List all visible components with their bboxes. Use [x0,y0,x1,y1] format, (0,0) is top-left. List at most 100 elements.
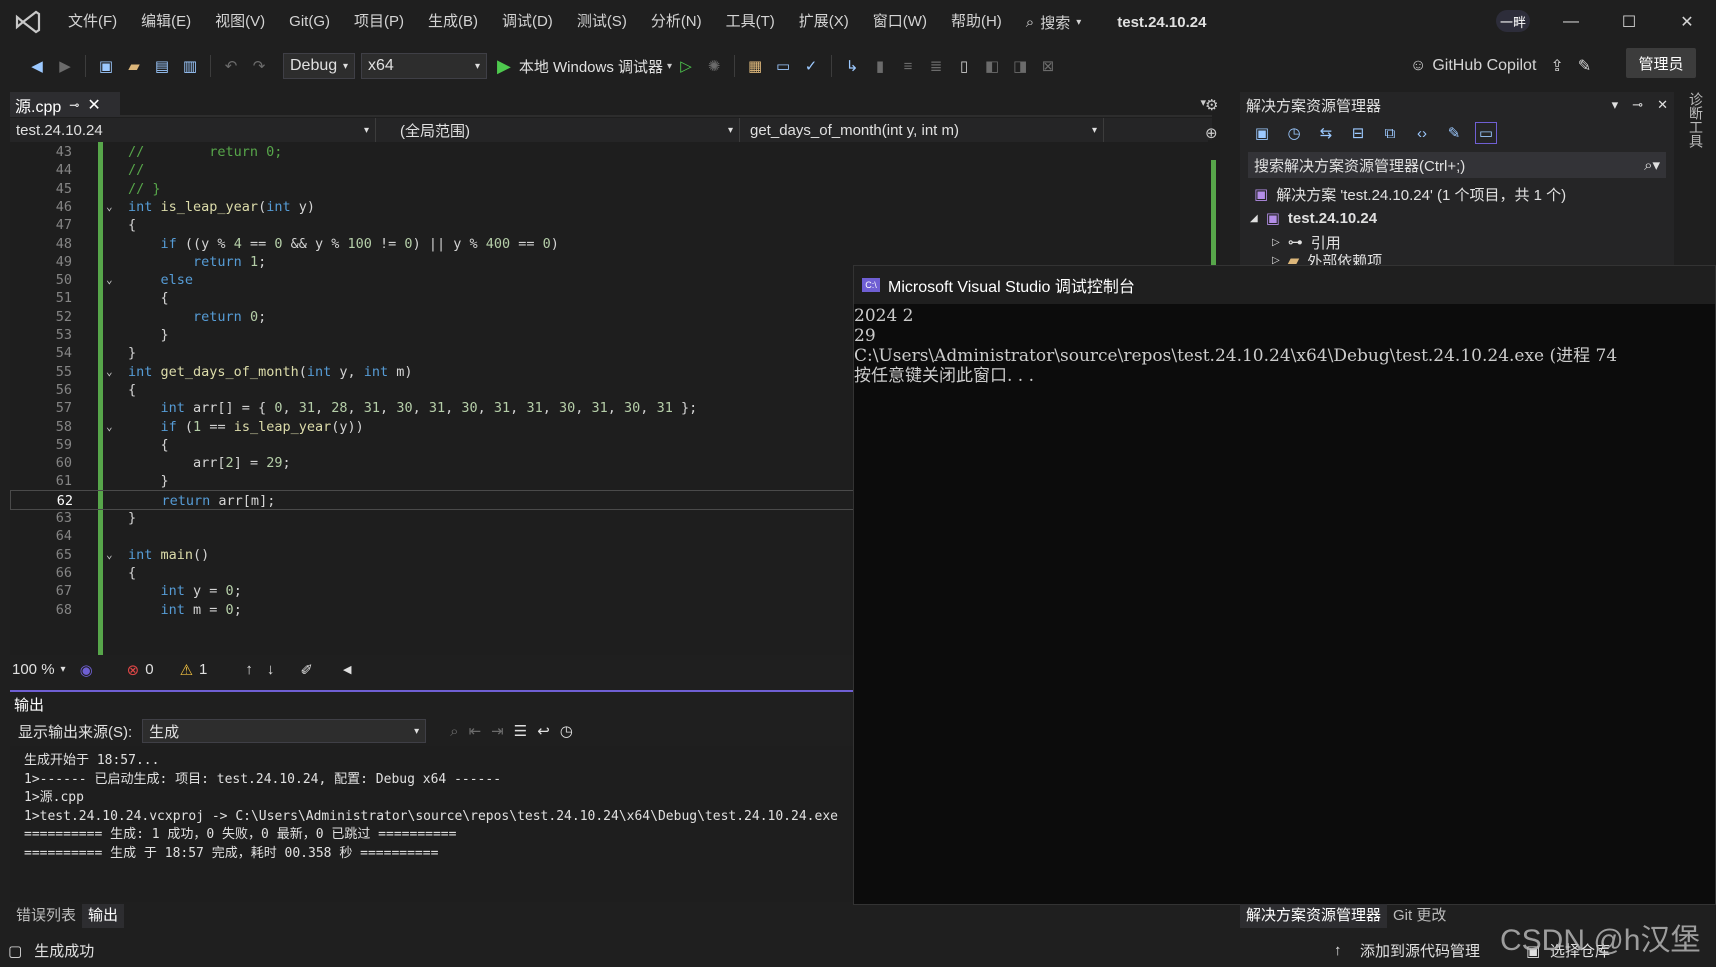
add-to-source-control-button[interactable]: 添加到源代码管理 [1360,940,1480,961]
bookmark-icon[interactable]: ▯ [953,55,975,77]
platform-dropdown[interactable]: x64 ▾ [361,53,487,79]
switch-views-icon[interactable]: ▣ [1251,122,1273,144]
expand-icon[interactable]: ◢ [1250,213,1258,224]
menu-item-11[interactable]: 窗口(W) [861,0,939,44]
tab-source-cpp[interactable]: 源.cpp ⊸ ✕ [10,92,120,117]
maximize-icon[interactable]: ☐ [1600,0,1658,44]
minimize-icon[interactable]: — [1542,0,1600,44]
start-without-debug-icon[interactable]: ▷ [675,55,697,77]
menu-item-10[interactable]: 扩展(X) [787,0,861,44]
menu-item-7[interactable]: 测试(S) [565,0,639,44]
code-line[interactable]: 45 // } [10,179,1212,199]
breakpoint-icon[interactable]: ▮ [869,55,891,77]
menu-item-3[interactable]: Git(G) [277,0,342,44]
prev-issue-icon[interactable]: ↑ [245,661,253,678]
source-control-icon[interactable]: ↑ [1334,942,1342,959]
debug-console-window[interactable]: C:\ Microsoft Visual Studio 调试控制台 2024 2… [853,265,1716,905]
uncomment-icon[interactable]: ≣ [925,55,947,77]
account-avatar[interactable]: 一畔 [1496,10,1530,32]
search-button[interactable]: ⌕ 搜索 ▾ [1026,12,1081,33]
chevron-down-icon[interactable]: ▾ [1612,97,1619,113]
find-in-output-icon[interactable]: ⌕ [450,723,458,740]
layout-icon[interactable]: ▭ [772,55,794,77]
undo-icon[interactable]: ↶ [220,55,242,77]
collapse-arrow-icon[interactable]: ▷ [1272,255,1280,266]
admin-button[interactable]: 管理员 [1626,48,1696,78]
tab-error-list[interactable]: 错误列表 [10,904,82,928]
code-line[interactable]: 43 // return 0; [10,142,1212,162]
share-icon[interactable]: ⇪ [1550,56,1563,76]
next-issue-icon[interactable]: ↓ [267,661,275,678]
pin-icon[interactable]: ⊸ [69,98,79,112]
save-icon[interactable]: ▤ [151,55,173,77]
tree-item-project[interactable]: ◢ ▣ test.24.10.24 [1240,206,1674,230]
next-bookmark-icon[interactable]: ◨ [1009,55,1031,77]
prev-bookmark-icon[interactable]: ◧ [981,55,1003,77]
menu-item-6[interactable]: 调试(D) [490,0,565,44]
run-debugger-button[interactable]: 本地 Windows 调试器 [519,56,663,77]
collapse-arrow-icon[interactable]: ▷ [1272,237,1280,248]
solution-search-input[interactable]: 搜索解决方案资源管理器(Ctrl+;) ⌕▾ [1248,152,1666,178]
tab-output[interactable]: 输出 [82,904,125,928]
error-icon[interactable]: ⊗ [127,661,140,679]
fold-toggle-icon[interactable]: ⌄ [106,270,113,290]
menu-item-8[interactable]: 分析(N) [639,0,714,44]
code-line[interactable]: 44 // [10,160,1212,180]
fold-toggle-icon[interactable]: ⌄ [106,545,113,565]
fold-toggle-icon[interactable]: ⌄ [106,362,113,382]
sync-icon[interactable]: ⇆ [1315,122,1337,144]
scroll-left-icon[interactable]: ◀ [343,663,351,676]
menu-item-5[interactable]: 生成(B) [416,0,490,44]
back-icon[interactable]: ◀ [26,55,48,77]
menu-item-12[interactable]: 帮助(H) [939,0,1014,44]
save-all-icon[interactable]: ▥ [179,55,201,77]
fold-toggle-icon[interactable]: ⌄ [106,417,113,437]
hot-reload-icon[interactable]: ✺ [703,55,725,77]
fold-toggle-icon[interactable]: ⌄ [106,197,113,217]
warning-icon[interactable]: ⚠ [180,661,193,679]
feedback-icon[interactable]: ✎ [1578,56,1591,76]
code-line[interactable]: 46 ⌄ int is_leap_year(int y) [10,197,1212,217]
project-dropdown[interactable]: test.24.10.24 ▾ [10,118,376,142]
start-debug-icon[interactable]: ▶ [497,56,511,77]
close-icon[interactable]: ✕ [1658,0,1716,44]
member-dropdown[interactable]: get_days_of_month(int y, int m) ▾ [740,118,1104,142]
pin-icon[interactable]: ⊸ [1632,97,1643,113]
zoom-dropdown[interactable]: 100 % [12,661,55,678]
next-message-icon[interactable]: ⇥ [491,722,504,740]
diagnostic-tools-tab[interactable]: 诊断工具 [1686,92,1706,148]
code-line[interactable]: 47 { [10,215,1212,235]
menu-item-0[interactable]: 文件(F) [56,0,129,44]
open-folder-icon[interactable]: ▰ [123,55,145,77]
code-line[interactable]: 48 if ((y % 4 == 0 && y % 100 != 0) || y… [10,234,1212,254]
copilot-status-icon[interactable]: ◉ [80,661,93,679]
scope-dropdown[interactable]: (全局范围) ▾ [376,118,740,142]
clear-all-icon[interactable]: ☰ [514,722,527,740]
tab-solution-explorer[interactable]: 解决方案资源管理器 [1240,904,1388,928]
menu-item-9[interactable]: 工具(T) [714,0,787,44]
show-all-files-icon[interactable]: ⧉ [1379,122,1401,144]
prev-message-icon[interactable]: ⇤ [469,722,482,740]
step-icon[interactable]: ↳ [841,55,863,77]
split-icon[interactable]: ⊕ [1205,124,1218,142]
github-copilot-button[interactable]: ☺ GitHub Copilot ⇪ ✎ [1410,44,1591,88]
new-project-icon[interactable]: ▣ [95,55,117,77]
clear-bookmarks-icon[interactable]: ⊠ [1037,55,1059,77]
forward-icon[interactable]: ▶ [54,55,76,77]
redo-icon[interactable]: ↷ [248,55,270,77]
code-view-icon[interactable]: ‹› [1411,122,1433,144]
solution-explorer-icon[interactable]: ▦ [744,55,766,77]
collapse-all-icon[interactable]: ⊟ [1347,122,1369,144]
word-wrap-icon[interactable]: ↩ [537,722,550,740]
tree-item-solution[interactable]: ▣ 解决方案 'test.24.10.24' (1 个项目，共 1 个) [1240,182,1674,206]
menu-item-2[interactable]: 视图(V) [203,0,277,44]
preview-icon[interactable]: ▭ [1475,122,1497,144]
menu-item-4[interactable]: 项目(P) [342,0,416,44]
timestamp-icon[interactable]: ◷ [560,722,573,740]
cleanup-icon[interactable]: ✐ [300,661,313,679]
tree-item-references[interactable]: ▷ ⊶ 引用 [1240,230,1674,254]
output-source-dropdown[interactable]: 生成 ▾ [142,719,427,743]
spellcheck-icon[interactable]: ✓ [800,55,822,77]
settings-icon[interactable]: ⚙ [1205,96,1218,114]
configuration-dropdown[interactable]: Debug ▾ [283,53,355,79]
